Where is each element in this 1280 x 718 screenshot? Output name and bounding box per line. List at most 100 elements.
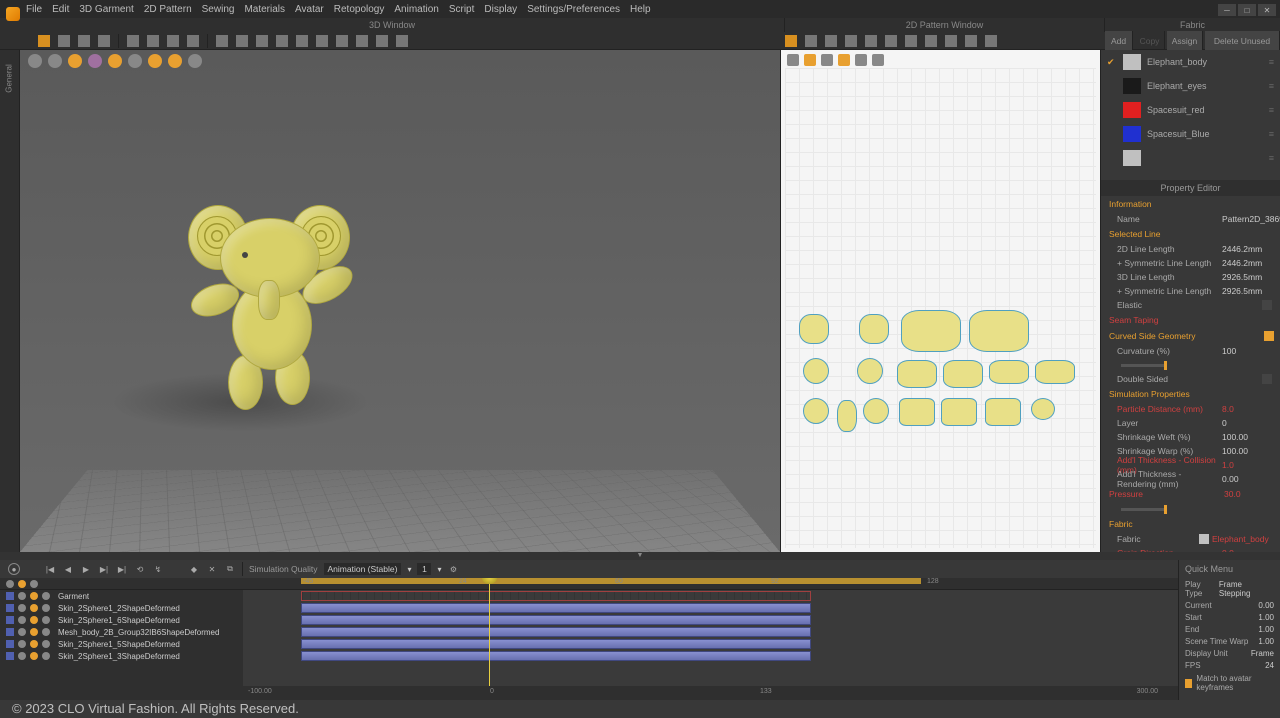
record-button[interactable]: ● — [8, 563, 20, 575]
texture-tool-icon[interactable] — [236, 35, 248, 47]
minimize-button[interactable]: ─ — [1218, 4, 1236, 16]
slash-icon[interactable] — [845, 35, 857, 47]
collapse-handle-icon[interactable]: ▼ — [0, 552, 1280, 560]
track-mute-icon[interactable] — [18, 640, 26, 648]
topstitch-tool-icon[interactable] — [256, 35, 268, 47]
track-bar-skin[interactable] — [301, 615, 811, 625]
close-button[interactable]: ✕ — [1258, 4, 1276, 16]
track-lock-icon[interactable] — [42, 628, 50, 636]
prop-layer-val[interactable]: 0 — [1222, 418, 1272, 428]
flip-icon[interactable] — [985, 35, 997, 47]
track-row[interactable]: Garment — [0, 590, 243, 602]
section-selected-line[interactable]: Selected Line — [1101, 226, 1280, 242]
fabric-active-icon[interactable] — [1107, 129, 1117, 139]
pressure-slider[interactable] — [1121, 508, 1167, 511]
track-solo-icon[interactable] — [30, 592, 38, 600]
menu-3d-garment[interactable]: 3D Garment — [79, 4, 133, 15]
fabric-active-icon[interactable]: ✔ — [1107, 57, 1117, 67]
track-mute-icon[interactable] — [18, 628, 26, 636]
cursor-2d-icon[interactable] — [787, 54, 799, 66]
playhead[interactable] — [489, 578, 490, 686]
prop-pressure-val[interactable]: 30.0 — [1224, 489, 1274, 499]
next-frame-button[interactable]: ▶| — [98, 563, 110, 575]
track-solo-icon[interactable] — [30, 628, 38, 636]
avatar-display-icon[interactable] — [88, 54, 102, 68]
section-fabric[interactable]: Fabric — [1101, 516, 1280, 532]
fabric-menu-icon[interactable]: ≡ — [1269, 57, 1274, 67]
double-sided-check[interactable] — [1262, 374, 1272, 384]
zoom-2d-icon[interactable] — [855, 54, 867, 66]
tack-tool-icon[interactable] — [167, 35, 179, 47]
pan-2d-icon[interactable] — [821, 54, 833, 66]
menu-script[interactable]: Script — [449, 4, 475, 15]
curved-geo-check[interactable] — [1264, 331, 1274, 341]
track-mute-icon[interactable] — [18, 604, 26, 612]
garment-3d-model[interactable] — [180, 190, 360, 410]
curvature-slider[interactable] — [1121, 364, 1167, 367]
menu-avatar[interactable]: Avatar — [295, 4, 324, 15]
notch-icon[interactable] — [865, 35, 877, 47]
menu-materials[interactable]: Materials — [244, 4, 285, 15]
piping-tool-icon[interactable] — [336, 35, 348, 47]
track-mute-icon[interactable] — [18, 652, 26, 660]
prop-shrink-weft-val[interactable]: 100.00 — [1222, 432, 1272, 442]
fitting-icon[interactable] — [48, 54, 62, 68]
seam-tool-icon[interactable] — [187, 35, 199, 47]
add-point-icon[interactable] — [805, 35, 817, 47]
menu-help[interactable]: Help — [630, 4, 651, 15]
qm-play-type-val[interactable]: Frame Stepping — [1219, 580, 1274, 598]
menu-settings[interactable]: Settings/Preferences — [527, 4, 620, 15]
viewport-3d[interactable] — [20, 50, 780, 552]
fabric-menu-icon[interactable]: ≡ — [1269, 129, 1274, 139]
qm-start-val[interactable]: 1.00 — [1258, 613, 1274, 622]
track-mute-icon[interactable] — [18, 616, 26, 624]
select-mesh-icon[interactable] — [68, 54, 82, 68]
fabric-assign-button[interactable]: Assign — [1167, 31, 1203, 51]
prop-addl-thick-r-val[interactable]: 0.00 — [1222, 474, 1272, 484]
prop-fabric-val[interactable]: Elephant_body — [1212, 534, 1272, 544]
section-information[interactable]: Information — [1101, 196, 1280, 212]
qm-match-check[interactable] — [1185, 679, 1192, 688]
track-bar-skin[interactable] — [301, 603, 811, 613]
show-garment-icon[interactable] — [128, 54, 142, 68]
delete-key-button[interactable]: ✕ — [206, 563, 218, 575]
sidebar-tab-general[interactable]: General — [5, 64, 14, 92]
qm-fps-val[interactable]: 24 — [1265, 661, 1274, 670]
track-solo-icon[interactable] — [30, 604, 38, 612]
go-start-button[interactable]: |◀ — [44, 563, 56, 575]
pin-tool-icon[interactable] — [127, 35, 139, 47]
track-solo-icon[interactable] — [30, 640, 38, 648]
track-bar-skin[interactable] — [301, 639, 811, 649]
zipper-tool-icon[interactable] — [296, 35, 308, 47]
internal-line-icon[interactable] — [905, 35, 917, 47]
rotate-tool-icon[interactable] — [78, 35, 90, 47]
menu-sewing[interactable]: Sewing — [202, 4, 235, 15]
viewport-2d[interactable] — [780, 50, 1100, 552]
fabric-menu-icon[interactable]: ≡ — [1269, 153, 1274, 163]
settings-anim-icon[interactable]: ⚙ — [447, 563, 459, 575]
fabric-item[interactable]: ✔ Elephant_body ≡ — [1101, 50, 1280, 74]
menu-file[interactable]: File — [26, 4, 42, 15]
maximize-button[interactable]: □ — [1238, 4, 1256, 16]
timeline-canvas[interactable]: -45 24 60 92 128 — [243, 578, 1178, 686]
qm-scene-time-val[interactable]: 1.00 — [1258, 637, 1274, 646]
thick-textured-icon[interactable] — [168, 54, 182, 68]
track-lock-icon[interactable] — [42, 640, 50, 648]
simulate-icon[interactable] — [28, 54, 42, 68]
track-lock-icon[interactable] — [42, 592, 50, 600]
section-curved-geo[interactable]: Curved Side Geometry — [1101, 328, 1280, 344]
track-row[interactable]: Mesh_body_2B_Group32IB6ShapeDeformed — [0, 626, 243, 638]
dart-icon[interactable] — [885, 35, 897, 47]
toggle-all-lock-icon[interactable] — [30, 580, 38, 588]
prop-grain-val[interactable]: 0.0 — [1222, 548, 1272, 552]
move-tool-icon[interactable] — [58, 35, 70, 47]
track-solo-icon[interactable] — [30, 616, 38, 624]
play-button[interactable]: ▶ — [80, 563, 92, 575]
fabric-add-button[interactable]: Add — [1105, 31, 1133, 51]
button-tool-icon[interactable] — [276, 35, 288, 47]
track-bar-skin[interactable] — [301, 651, 811, 661]
track-row[interactable]: Skin_2Sphere1_3ShapeDeformed — [0, 650, 243, 662]
toggle-all-vis-icon[interactable] — [6, 580, 14, 588]
edit-2d-icon[interactable] — [804, 54, 816, 66]
prop-elastic-check[interactable] — [1262, 300, 1272, 310]
